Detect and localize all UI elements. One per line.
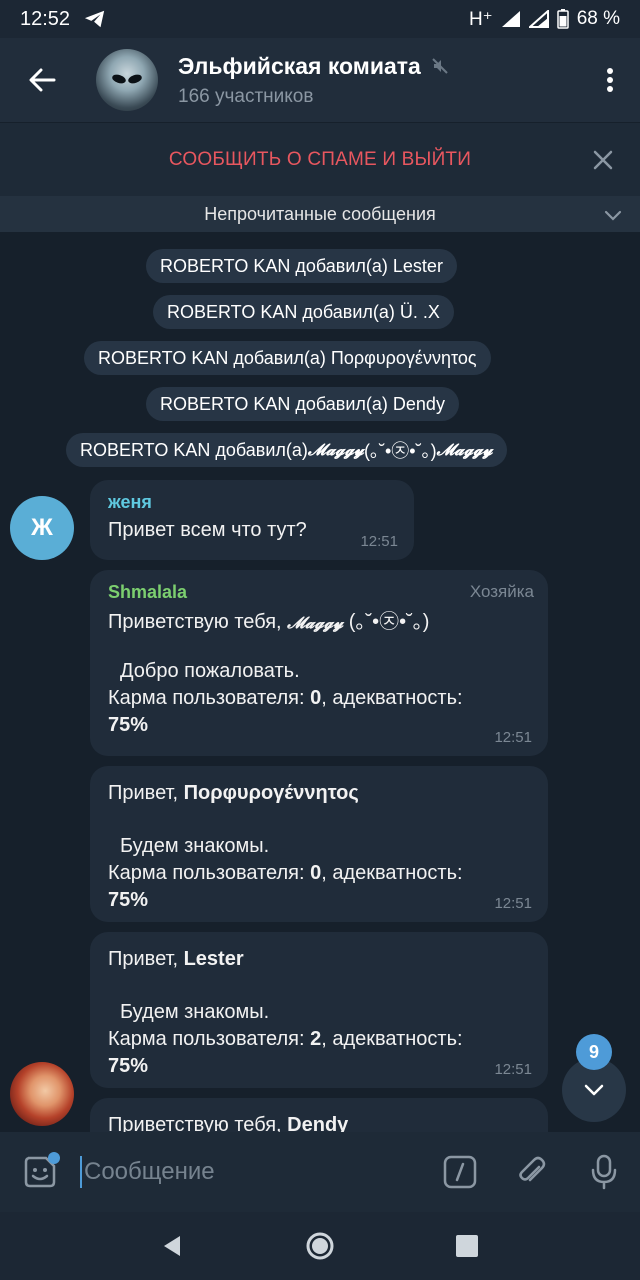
message-placeholder: Сообщение xyxy=(84,1158,215,1185)
message-time: 12:51 xyxy=(360,533,398,550)
message-time: 12:51 xyxy=(494,895,532,912)
chevron-down-icon xyxy=(604,210,622,221)
report-spam-bar: СООБЩИТЬ О СПАМЕ И ВЫЙТИ xyxy=(0,122,640,196)
message-text: Приветствую тебя, 𝓜𝓪𝓰𝓰𝔂 (｡˘•㉨•˘｡) xyxy=(108,611,430,633)
chat-title-block[interactable]: Эльфийская комиата 166 участников xyxy=(178,53,580,108)
unread-messages-bar[interactable]: Непрочитанные сообщения xyxy=(0,196,640,232)
service-message: ROBERTO KAN добавил(а) 𝓜𝓪𝓰𝓰𝔂 (｡˘•㉨•˘｡) 𝓜… xyxy=(66,433,507,467)
telegram-icon xyxy=(84,10,105,28)
avatar[interactable]: Ж xyxy=(10,496,74,560)
message-text: Привет всем что тут? xyxy=(108,519,307,541)
message-list[interactable]: ROBERTO KAN добавил(а) Lester ROBERTO KA… xyxy=(0,232,640,1132)
arrow-left-icon xyxy=(29,68,56,92)
chat-header: Эльфийская комиата 166 участников xyxy=(0,38,640,122)
more-vertical-icon xyxy=(607,68,613,92)
message-time: 12:51 xyxy=(494,729,532,746)
mute-icon xyxy=(432,58,448,74)
signal-icon xyxy=(501,11,520,27)
network-type: H⁺ xyxy=(468,8,493,30)
bot-commands-button[interactable] xyxy=(424,1132,496,1212)
microphone-icon xyxy=(591,1154,617,1190)
chat-title: Эльфийская комиата xyxy=(178,52,421,79)
unread-count-badge: 9 xyxy=(576,1034,612,1070)
slash-command-icon xyxy=(443,1155,477,1189)
close-icon[interactable] xyxy=(590,147,616,173)
admin-role: Хозяйка xyxy=(469,582,534,601)
nav-home-icon[interactable] xyxy=(305,1231,335,1261)
message-time: 12:51 xyxy=(494,1061,532,1078)
avatar[interactable] xyxy=(10,1062,74,1126)
message-bubble[interactable]: Приветствую тебя, Dendy xyxy=(90,1098,548,1132)
paperclip-icon xyxy=(519,1156,546,1182)
message-composer: Сообщение xyxy=(0,1132,640,1212)
message-bubble[interactable]: Привет, Lester Будем знакомы. Карма поль… xyxy=(90,932,548,1088)
message-text: Привет, Lester xyxy=(108,948,244,970)
service-message: ROBERTO KAN добавил(а) Lester xyxy=(146,249,457,283)
new-stickers-dot xyxy=(48,1152,60,1164)
sender-name[interactable]: женя xyxy=(108,492,396,513)
service-message: ROBERTO KAN добавил(а) Ü. .X xyxy=(153,295,454,329)
voice-message-button[interactable] xyxy=(568,1132,640,1212)
battery-icon xyxy=(556,9,569,29)
unread-label: Непрочитанные сообщения xyxy=(204,203,436,224)
signal-2-icon xyxy=(528,10,549,28)
service-message: ROBERTO KAN добавил(а) Dendy xyxy=(146,387,459,421)
battery-level: 68 % xyxy=(576,8,620,29)
group-avatar[interactable] xyxy=(96,49,158,111)
status-time: 12:52 xyxy=(20,7,71,30)
message-text: Приветствую тебя, Dendy xyxy=(108,1114,349,1132)
nav-back-icon[interactable] xyxy=(160,1233,186,1259)
member-count: 166 участников xyxy=(178,85,314,107)
back-button[interactable] xyxy=(0,38,84,122)
emoji-button[interactable] xyxy=(0,1132,80,1212)
service-message: ROBERTO KAN добавил(а) Πορφυρογέννητος xyxy=(84,341,491,375)
chevron-down-icon xyxy=(584,1084,604,1096)
report-spam-button[interactable]: СООБЩИТЬ О СПАМЕ И ВЫЙТИ xyxy=(169,149,471,171)
system-navigation-bar xyxy=(0,1212,640,1280)
message-bubble[interactable]: Привет, Πορφυρογέννητος Будем знакомы. К… xyxy=(90,766,548,922)
menu-button[interactable] xyxy=(580,38,640,122)
nav-recents-icon[interactable] xyxy=(454,1233,480,1259)
message-bubble[interactable]: женя Привет всем что тут? 12:51 xyxy=(90,480,414,560)
message-input[interactable]: Сообщение xyxy=(80,1132,424,1212)
attach-button[interactable] xyxy=(496,1132,568,1212)
message-bubble[interactable]: Shmalala Хозяйка Приветствую тебя, 𝓜𝓪𝓰𝓰𝔂… xyxy=(90,570,548,756)
status-bar: 12:52 H⁺ 68 % xyxy=(0,0,640,38)
message-text: Привет, Πορφυρογέννητος xyxy=(108,782,359,804)
sender-name[interactable]: Shmalala xyxy=(108,582,530,603)
